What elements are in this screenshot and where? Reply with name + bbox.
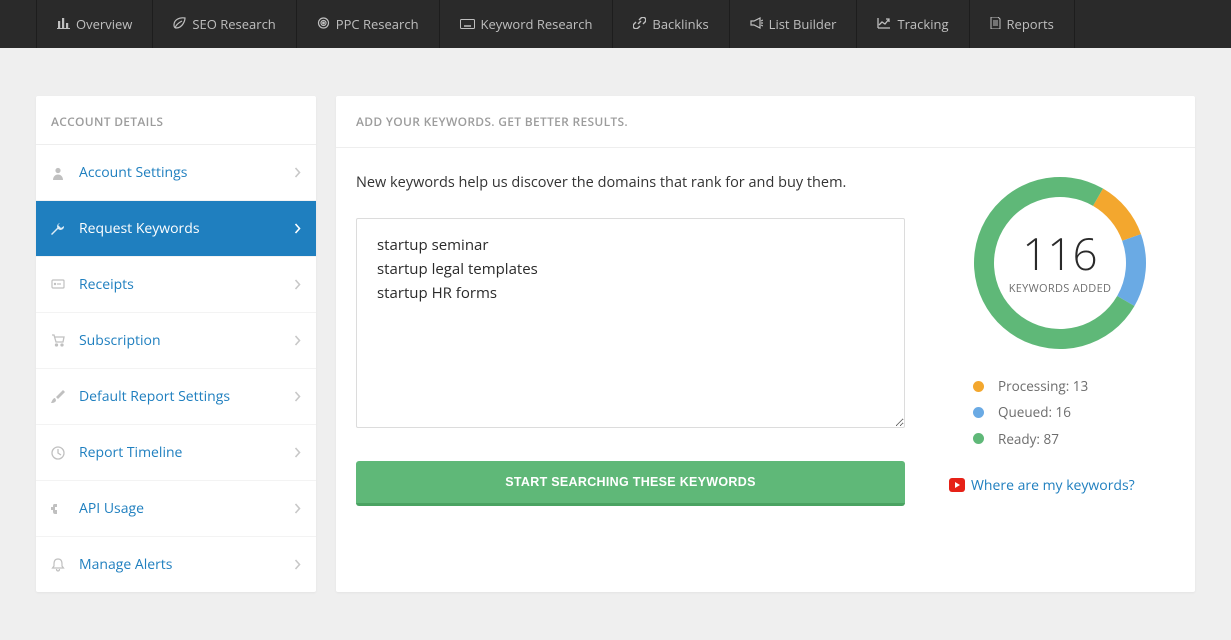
sidebar-item-receipts[interactable]: Receipts (36, 257, 316, 313)
youtube-icon (949, 478, 965, 492)
sidebar: ACCOUNT DETAILS Account Settings Request… (36, 96, 316, 592)
clock-icon (51, 446, 71, 460)
chevron-right-icon (294, 223, 301, 234)
file-icon (990, 15, 1001, 33)
nav-list-builder[interactable]: List Builder (730, 0, 858, 48)
keywords-donut-chart: 116 KEYWORDS ADDED (970, 173, 1150, 353)
nav-label: Overview (76, 15, 132, 33)
status-item: Ready: 87 (973, 426, 1175, 452)
leaf-icon (173, 15, 186, 33)
user-icon (51, 166, 71, 180)
sidebar-item-report-timeline[interactable]: Report Timeline (36, 425, 316, 481)
main-header: ADD YOUR KEYWORDS. GET BETTER RESULTS. (336, 96, 1195, 148)
chevron-right-icon (294, 447, 301, 458)
megaphone-icon (750, 15, 763, 33)
help-link[interactable]: Where are my keywords? (971, 476, 1135, 495)
chevron-right-icon (294, 279, 301, 290)
chevron-right-icon (294, 335, 301, 346)
cart-icon (51, 334, 71, 347)
chevron-right-icon (294, 559, 301, 570)
sidebar-item-request-keywords[interactable]: Request Keywords (36, 201, 316, 257)
donut-label: KEYWORDS ADDED (1009, 281, 1112, 296)
nav-seo-research[interactable]: SEO Research (153, 0, 296, 48)
target-icon (317, 15, 330, 33)
status-dot-icon (973, 381, 984, 392)
wrench-icon (51, 222, 71, 236)
keyboard-icon (460, 15, 475, 33)
nav-label: Backlinks (652, 15, 708, 33)
status-text: Ready: 87 (998, 426, 1059, 452)
receipt-icon (51, 279, 71, 291)
sidebar-item-label: Subscription (79, 331, 294, 350)
nav-label: SEO Research (192, 15, 275, 33)
status-dot-icon (973, 433, 984, 444)
link-icon (633, 15, 646, 33)
keywords-textarea[interactable] (356, 218, 905, 428)
nav-backlinks[interactable]: Backlinks (613, 0, 729, 48)
sidebar-item-label: API Usage (79, 499, 294, 518)
sidebar-item-api-usage[interactable]: API Usage (36, 481, 316, 537)
nav-label: Reports (1007, 15, 1054, 33)
line-chart-icon (877, 15, 891, 33)
bell-icon (51, 558, 71, 572)
sidebar-item-subscription[interactable]: Subscription (36, 313, 316, 369)
sidebar-item-label: Default Report Settings (79, 387, 294, 406)
nav-label: List Builder (769, 15, 837, 33)
sidebar-item-label: Manage Alerts (79, 555, 294, 574)
code-icon (51, 502, 71, 516)
nav-label: Keyword Research (481, 15, 593, 33)
nav-label: PPC Research (336, 15, 419, 33)
chevron-right-icon (294, 503, 301, 514)
status-item: Processing: 13 (973, 373, 1175, 399)
main-panel: ADD YOUR KEYWORDS. GET BETTER RESULTS. N… (336, 96, 1195, 592)
nav-label: Tracking (897, 15, 948, 33)
sidebar-item-label: Account Settings (79, 163, 294, 182)
brush-icon (51, 390, 71, 404)
sidebar-item-default-report-settings[interactable]: Default Report Settings (36, 369, 316, 425)
help-row: Where are my keywords? (949, 476, 1175, 495)
status-text: Processing: 13 (998, 373, 1088, 399)
sidebar-item-label: Request Keywords (79, 219, 294, 238)
sidebar-item-manage-alerts[interactable]: Manage Alerts (36, 537, 316, 592)
status-list: Processing: 13Queued: 16Ready: 87 (945, 373, 1175, 452)
main-body: New keywords help us discover the domain… (336, 148, 1195, 536)
sidebar-item-label: Report Timeline (79, 443, 294, 462)
status-dot-icon (973, 407, 984, 418)
start-searching-button[interactable]: START SEARCHING THESE KEYWORDS (356, 461, 905, 506)
nav-keyword-research[interactable]: Keyword Research (440, 0, 614, 48)
nav-reports[interactable]: Reports (970, 0, 1075, 48)
left-column: New keywords help us discover the domain… (356, 173, 905, 506)
donut-value: 116 (1022, 231, 1097, 275)
top-nav: Overview SEO Research PPC Research Keywo… (0, 0, 1231, 48)
right-column: 116 KEYWORDS ADDED Processing: 13Queued:… (945, 173, 1175, 506)
nav-ppc-research[interactable]: PPC Research (297, 0, 440, 48)
status-item: Queued: 16 (973, 399, 1175, 425)
sidebar-item-label: Receipts (79, 275, 294, 294)
nav-overview[interactable]: Overview (36, 0, 153, 48)
status-text: Queued: 16 (998, 399, 1071, 425)
content: ACCOUNT DETAILS Account Settings Request… (0, 48, 1231, 628)
sidebar-item-account-settings[interactable]: Account Settings (36, 145, 316, 201)
bar-chart-icon (57, 15, 70, 33)
chevron-right-icon (294, 391, 301, 402)
nav-tracking[interactable]: Tracking (857, 0, 969, 48)
sidebar-header: ACCOUNT DETAILS (36, 96, 316, 145)
intro-text: New keywords help us discover the domain… (356, 173, 905, 192)
chevron-right-icon (294, 167, 301, 178)
